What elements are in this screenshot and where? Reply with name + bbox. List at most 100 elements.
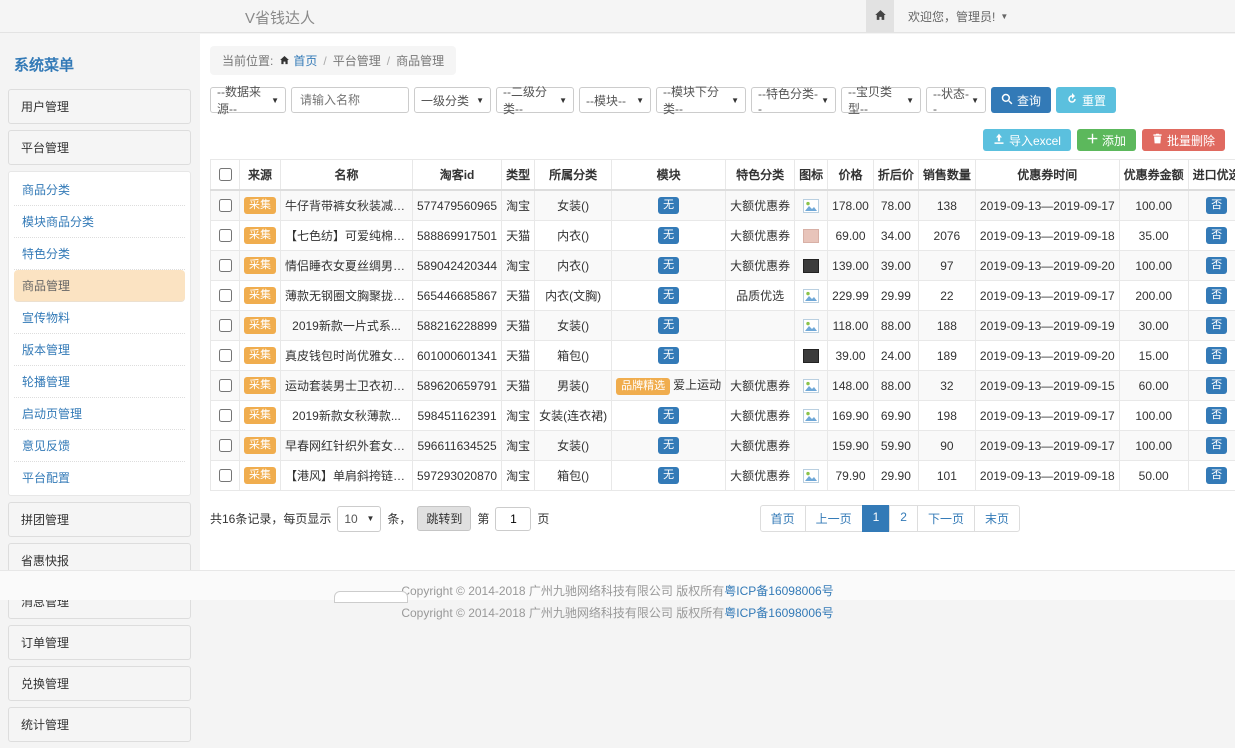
plus-icon — [1087, 133, 1098, 147]
coupon-time-cell: 2019-09-13—2019-09-20 — [975, 341, 1119, 371]
sidebar-item-版本管理[interactable]: 版本管理 — [14, 334, 185, 366]
pager-button-上一页[interactable]: 上一页 — [805, 505, 863, 532]
name-cell: 【七色纺】可爱纯棉家... — [281, 221, 413, 251]
coupon-time-cell: 2019-09-13—2019-09-17 — [975, 401, 1119, 431]
type-cell: 淘宝 — [502, 461, 535, 491]
batch-delete-button[interactable]: 批量删除 — [1142, 129, 1225, 151]
data-source-select[interactable]: --数据来源--▼ — [210, 87, 286, 113]
name-cell: 牛仔背带裤女秋装减龄... — [281, 190, 413, 221]
row-checkbox[interactable] — [219, 319, 232, 332]
feature-category-cell: 大额优惠券 — [726, 431, 795, 461]
module-badge: 无 — [658, 437, 679, 454]
import-select-cell: 否 — [1188, 431, 1235, 461]
chevron-down-icon: ▼ — [1000, 12, 1008, 21]
sidebar-group-平台管理[interactable]: 平台管理 — [8, 130, 191, 165]
import-select-cell: 否 — [1188, 461, 1235, 491]
level2-category-select[interactable]: --二级分类--▼ — [496, 87, 574, 113]
column-header-名称: 名称 — [281, 160, 413, 191]
pagination-summary: 共16条记录，每页显示 10▼ 条， 跳转到 第 页 — [210, 506, 549, 532]
row-checkbox[interactable] — [219, 229, 232, 242]
import-select-badge: 否 — [1206, 257, 1227, 274]
coupon-amount-cell: 100.00 — [1119, 251, 1188, 281]
level1-category-select[interactable]: 一级分类▼ — [414, 87, 491, 113]
table-row: 采集牛仔背带裤女秋装减龄...577479560965淘宝女装()无大额优惠券1… — [211, 190, 1235, 221]
sidebar-group-订单管理[interactable]: 订单管理 — [8, 625, 191, 660]
icp-link[interactable]: 粤ICP备16098006号 — [724, 606, 833, 620]
pager-button-1[interactable]: 1 — [862, 505, 891, 532]
user-menu[interactable]: 欢迎您，管理员! ▼ — [908, 8, 1008, 25]
pager-button-2[interactable]: 2 — [889, 505, 918, 532]
sidebar-item-特色分类[interactable]: 特色分类 — [14, 238, 185, 270]
taoke-id-cell: 596611634525 — [413, 431, 502, 461]
category-cell: 女装(连衣裙) — [535, 401, 612, 431]
row-select-cell — [211, 341, 240, 371]
status-select[interactable]: --状态--▼ — [926, 87, 986, 113]
home-button[interactable] — [866, 0, 894, 32]
item-type-select[interactable]: --宝贝类型--▼ — [841, 87, 921, 113]
module-badge: 无 — [658, 347, 679, 364]
sidebar-group-兑换管理[interactable]: 兑换管理 — [8, 666, 191, 701]
type-cell: 天猫 — [502, 371, 535, 401]
coupon-time-cell: 2019-09-13—2019-09-15 — [975, 371, 1119, 401]
discount-price-cell: 39.00 — [873, 251, 918, 281]
row-checkbox[interactable] — [219, 469, 232, 482]
row-checkbox[interactable] — [219, 439, 232, 452]
coupon-amount-cell: 60.00 — [1119, 371, 1188, 401]
price-cell: 118.00 — [828, 311, 874, 341]
select-all-checkbox[interactable] — [219, 168, 232, 181]
row-checkbox[interactable] — [219, 409, 232, 422]
sidebar-group-统计管理[interactable]: 统计管理 — [8, 707, 191, 742]
feature-category-cell — [726, 341, 795, 371]
import-select-cell: 否 — [1188, 190, 1235, 221]
query-button[interactable]: 查询 — [991, 87, 1051, 113]
name-search-input[interactable] — [291, 87, 409, 113]
row-checkbox[interactable] — [219, 199, 232, 212]
sidebar-group-用户管理[interactable]: 用户管理 — [8, 89, 191, 124]
row-select-cell — [211, 251, 240, 281]
sidebar-item-意见反馈[interactable]: 意见反馈 — [14, 430, 185, 462]
sidebar-item-商品管理[interactable]: 商品管理 — [14, 270, 185, 302]
row-checkbox[interactable] — [219, 379, 232, 392]
pager-button-首页[interactable]: 首页 — [760, 505, 806, 532]
sidebar-group-拼团管理[interactable]: 拼团管理 — [8, 502, 191, 537]
import-excel-button[interactable]: 导入excel — [983, 129, 1071, 151]
sidebar-item-商品分类[interactable]: 商品分类 — [14, 174, 185, 206]
reset-button[interactable]: 重置 — [1056, 87, 1116, 113]
table-body: 采集牛仔背带裤女秋装减龄...577479560965淘宝女装()无大额优惠券1… — [211, 190, 1235, 491]
per-page-select[interactable]: 10▼ — [337, 506, 381, 532]
sales-cell: 22 — [918, 281, 975, 311]
sidebar-item-平台配置[interactable]: 平台配置 — [14, 462, 185, 493]
pager-button-下一页[interactable]: 下一页 — [917, 505, 975, 532]
row-select-cell — [211, 281, 240, 311]
icp-link[interactable]: 粤ICP备16098006号 — [724, 584, 833, 598]
pager-button-末页[interactable]: 末页 — [974, 505, 1020, 532]
icon-cell — [795, 221, 828, 251]
module-badge: 无 — [658, 407, 679, 424]
sidebar-item-轮播管理[interactable]: 轮播管理 — [14, 366, 185, 398]
page-number-input[interactable] — [495, 507, 531, 531]
category-cell: 女装() — [535, 431, 612, 461]
breadcrumb-home-link[interactable]: 首页 — [279, 52, 317, 69]
table-row: 采集【港风】单肩斜挎链条...597293020870淘宝箱包()无大额优惠券7… — [211, 461, 1235, 491]
module-subcategory-select[interactable]: --模块下分类--▼ — [656, 87, 746, 113]
jump-button[interactable]: 跳转到 — [417, 506, 471, 531]
row-checkbox[interactable] — [219, 349, 232, 362]
sales-cell: 189 — [918, 341, 975, 371]
feature-category-select[interactable]: --特色分类--▼ — [751, 87, 836, 113]
row-select-cell — [211, 190, 240, 221]
icon-cell — [795, 371, 828, 401]
source-badge: 采集 — [244, 197, 276, 214]
import-select-badge: 否 — [1206, 227, 1227, 244]
sidebar-item-启动页管理[interactable]: 启动页管理 — [14, 398, 185, 430]
module-select[interactable]: --模块--▼ — [579, 87, 651, 113]
icon-cell — [795, 190, 828, 221]
breadcrumb-separator: / — [387, 54, 390, 68]
sidebar-item-宣传物料[interactable]: 宣传物料 — [14, 302, 185, 334]
module-text: 爱上运动 — [673, 378, 721, 392]
coupon-amount-cell: 35.00 — [1119, 221, 1188, 251]
sidebar-item-模块商品分类[interactable]: 模块商品分类 — [14, 206, 185, 238]
row-checkbox[interactable] — [219, 289, 232, 302]
discount-price-cell: 24.00 — [873, 341, 918, 371]
add-button[interactable]: 添加 — [1077, 129, 1136, 151]
row-checkbox[interactable] — [219, 259, 232, 272]
